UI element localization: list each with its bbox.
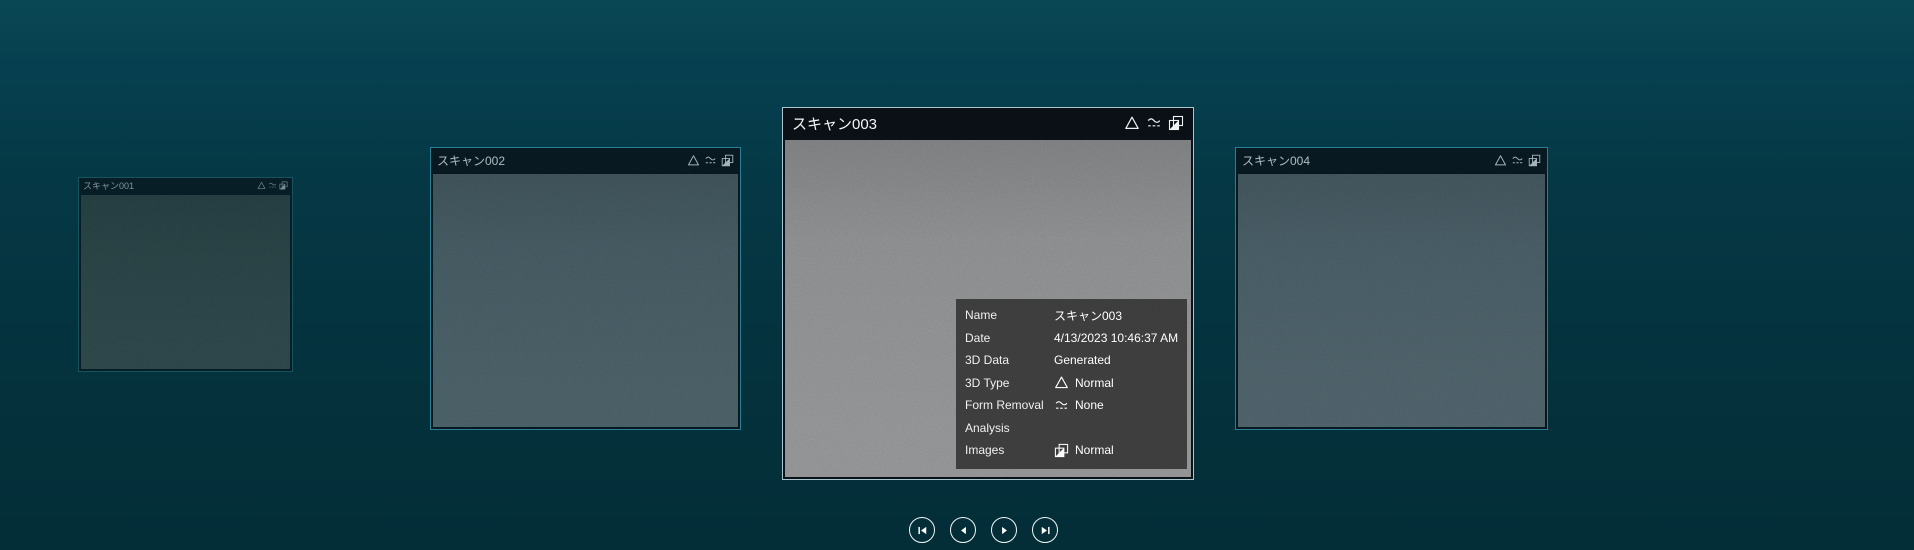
- previous-button[interactable]: [950, 517, 976, 543]
- scan-thumbnail: [1238, 174, 1545, 427]
- card-titlebar: スキャン002: [431, 148, 740, 172]
- card-titlebar: スキャン003: [783, 108, 1193, 138]
- card-title: スキャン001: [83, 181, 135, 191]
- scan-card-004[interactable]: スキャン004: [1235, 147, 1548, 430]
- triangle-icon: [1054, 375, 1069, 390]
- images-icon: [1528, 154, 1541, 167]
- info-row-form-removal: Form Removal None: [965, 394, 1187, 417]
- skip-to-first-icon: [916, 524, 929, 537]
- skip-to-last-icon: [1039, 524, 1052, 537]
- card-status-icons: [687, 154, 734, 167]
- info-value: 4/13/2023 10:46:37 AM: [1054, 330, 1179, 345]
- images-icon: [279, 181, 288, 190]
- info-label: 3D Data: [965, 353, 1010, 368]
- info-value: None: [1054, 398, 1104, 413]
- 3d-type-triangle-icon: [1494, 154, 1507, 167]
- info-label: Form Removal: [965, 398, 1044, 413]
- scan-thumbnail: [433, 174, 738, 427]
- info-value: Normal: [1054, 443, 1114, 458]
- info-row-date: Date 4/13/2023 10:46:37 AM: [965, 327, 1187, 350]
- 3d-type-triangle-icon: [687, 154, 700, 167]
- images-icon: [1168, 115, 1184, 131]
- info-value: スキャン003: [1054, 308, 1123, 323]
- card-title: スキャン004: [1242, 153, 1311, 168]
- next-button[interactable]: [991, 517, 1017, 543]
- info-row-images: Images Normal: [965, 439, 1187, 462]
- info-label: Analysis: [965, 420, 1010, 435]
- form-removal-icon: [1054, 398, 1069, 413]
- info-label: 3D Type: [965, 375, 1010, 390]
- info-row-3d-data: 3D Data Generated: [965, 349, 1187, 372]
- info-row-3d-type: 3D Type Normal: [965, 372, 1187, 395]
- info-row-name: Name スキャン003: [965, 304, 1187, 327]
- scan-carousel: スキャン001 スキャン002 スキャン003 Name スキャン003 Dat…: [0, 0, 1914, 550]
- card-title: スキャン003: [792, 115, 878, 133]
- images-icon: [1054, 443, 1069, 458]
- info-value: Generated: [1054, 353, 1111, 368]
- info-label: Name: [965, 308, 998, 323]
- scan-card-003-focused[interactable]: スキャン003 Name スキャン003 Date 4/13/2023 10:4…: [782, 107, 1194, 480]
- info-label: Date: [965, 330, 991, 345]
- skip-to-last-button[interactable]: [1032, 517, 1058, 543]
- scan-thumbnail: [81, 195, 290, 369]
- card-status-icons: [257, 181, 288, 190]
- form-removal-icon: [1146, 115, 1162, 131]
- scan-thumbnail: Name スキャン003 Date 4/13/2023 10:46:37 AM …: [785, 140, 1191, 477]
- card-status-icons: [1124, 115, 1184, 131]
- 3d-type-triangle-icon: [257, 181, 266, 190]
- next-icon: [998, 524, 1011, 537]
- previous-icon: [957, 524, 970, 537]
- info-value: Normal: [1054, 375, 1114, 390]
- scan-info-panel: Name スキャン003 Date 4/13/2023 10:46:37 AM …: [956, 299, 1187, 469]
- card-title: スキャン002: [437, 153, 506, 168]
- form-removal-icon: [704, 154, 717, 167]
- card-titlebar: スキャン001: [79, 178, 292, 193]
- info-label: Images: [965, 443, 1005, 458]
- info-row-analysis: Analysis: [965, 417, 1187, 440]
- card-status-icons: [1494, 154, 1541, 167]
- form-removal-icon: [268, 181, 277, 190]
- 3d-type-triangle-icon: [1124, 115, 1140, 131]
- images-icon: [721, 154, 734, 167]
- scan-card-002[interactable]: スキャン002: [430, 147, 741, 430]
- skip-to-first-button[interactable]: [909, 517, 935, 543]
- form-removal-icon: [1511, 154, 1524, 167]
- card-titlebar: スキャン004: [1236, 148, 1547, 172]
- scan-card-001[interactable]: スキャン001: [78, 177, 293, 372]
